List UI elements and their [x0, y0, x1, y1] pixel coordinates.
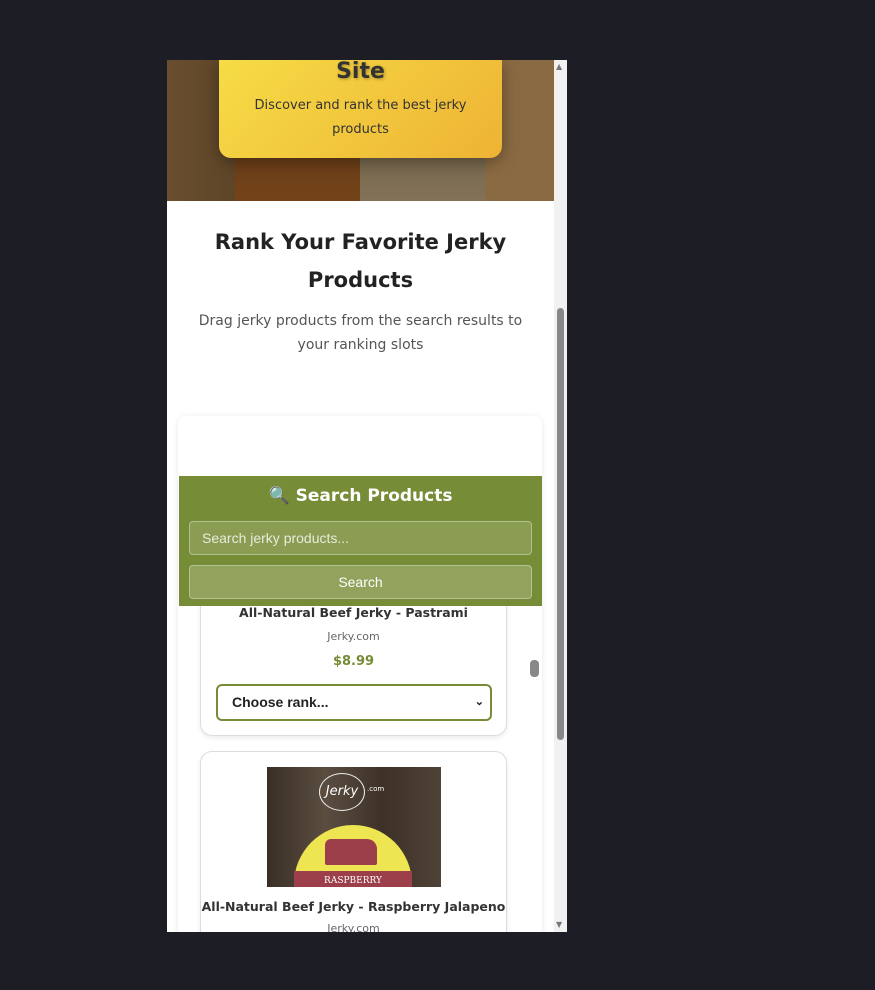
product-image: Jerky .com RASPB​ERRY [267, 767, 441, 887]
product-brand: Jerky.com [327, 630, 380, 643]
rank-select-value: Choose rank... [232, 694, 329, 710]
product-card[interactable]: Jerky .com RASPB​ERRY All-Natural Beef J… [200, 751, 507, 932]
product-brand: Jerky.com [327, 922, 380, 932]
product-name: All-Natural Beef Jerky - Raspberry Jalap… [201, 899, 506, 914]
cow-icon [325, 839, 377, 865]
hero-card: Site Discover and rank the best jerky pr… [219, 60, 502, 158]
product-name: All-Natural Beef Jerky - Pastrami [239, 605, 468, 620]
scroll-up-arrow-icon[interactable]: ▲ [556, 62, 562, 71]
hero-banner: Site Discover and rank the best jerky pr… [167, 60, 554, 201]
search-panel: 🔍 Search Products Search [179, 476, 542, 606]
product-price: $8.99 [332, 654, 375, 669]
scrollbar-thumb[interactable] [557, 308, 564, 740]
magnifying-glass-icon: 🔍 [268, 486, 290, 506]
scroll-down-arrow-icon[interactable]: ▼ [556, 920, 562, 929]
browser-viewport: Site Discover and rank the best jerky pr… [167, 60, 567, 932]
search-title: 🔍 Search Products [179, 486, 542, 506]
search-button[interactable]: Search [189, 565, 532, 599]
search-title-text: Search Products [295, 486, 453, 506]
search-input[interactable] [189, 521, 532, 555]
hero-subtitle: Discover and rank the best jerky product… [254, 98, 467, 137]
jerky-logo: Jerky [319, 773, 365, 811]
chevron-down-icon: ⌄ [474, 696, 484, 708]
inner-scrollbar-thumb[interactable] [530, 660, 539, 677]
rank-select[interactable]: Choose rank... ⌄ [216, 684, 492, 721]
hero-title: Site [336, 60, 385, 84]
page-subtitle: Drag jerky products from the search resu… [198, 313, 523, 353]
page-title: Rank Your Favorite Jerky Products [214, 230, 507, 292]
page-scrollbar[interactable]: ▲ ▼ [554, 60, 567, 932]
